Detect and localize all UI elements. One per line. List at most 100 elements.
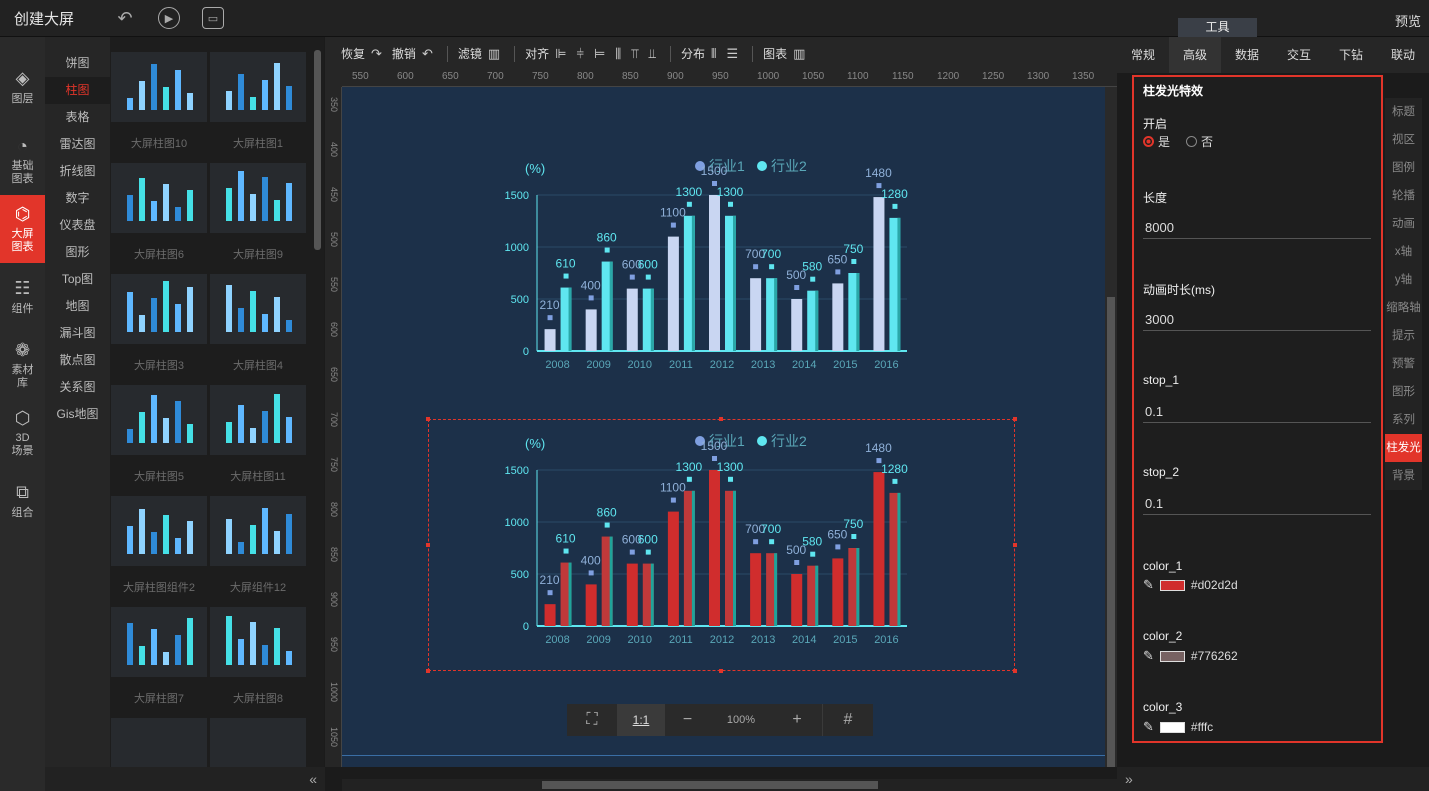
bar[interactable] — [832, 283, 844, 351]
selection-box[interactable] — [426, 417, 1017, 673]
side-tab[interactable]: 图例 — [1385, 154, 1422, 182]
chart-thumbnail[interactable] — [210, 607, 306, 677]
legend-label[interactable]: 行业2 — [771, 158, 807, 174]
side-tab[interactable]: 背景 — [1385, 462, 1422, 490]
zoom-in-button[interactable]: + — [772, 704, 822, 736]
category-item[interactable]: 图形 — [45, 239, 110, 266]
redo-button[interactable]: 恢复 — [341, 45, 365, 62]
radio-yes[interactable] — [1143, 136, 1154, 147]
thumbnail-scrollbar[interactable] — [314, 50, 321, 250]
eyedropper-icon[interactable]: ✎ — [1143, 719, 1154, 735]
color2-value[interactable]: #776262 — [1191, 649, 1238, 663]
category-item[interactable]: 表格 — [45, 104, 110, 131]
category-item[interactable]: 仪表盘 — [45, 212, 110, 239]
resize-handle[interactable] — [1013, 669, 1017, 673]
nav-item-0[interactable]: ◈ 图层 — [0, 47, 45, 127]
side-tab[interactable]: 图形 — [1385, 378, 1422, 406]
bar[interactable] — [709, 195, 720, 351]
resize-handle[interactable] — [426, 417, 430, 421]
undo-button[interactable]: 撤销 — [392, 45, 416, 62]
zoom-out-button[interactable]: − — [665, 704, 710, 736]
back-icon[interactable]: ↶ — [114, 7, 136, 29]
expand-right-icon[interactable]: » — [1117, 767, 1429, 791]
side-tab[interactable]: 柱发光 — [1385, 434, 1422, 462]
radio-no[interactable] — [1186, 136, 1198, 147]
chart-thumbnail[interactable] — [111, 52, 207, 122]
chart-thumbnail[interactable] — [210, 274, 306, 344]
chart-thumbnail[interactable] — [111, 163, 207, 233]
distribute-v-icon[interactable]: ☰ — [726, 46, 738, 62]
resize-handle[interactable] — [719, 669, 723, 673]
stop2-input[interactable]: 0.1 — [1143, 493, 1371, 515]
nav-item-1[interactable]: ◔ 基础 图表 — [0, 127, 45, 195]
length-input[interactable]: 8000 — [1143, 217, 1371, 239]
align-center-icon[interactable]: ⫩ — [577, 46, 584, 62]
nav-item-6[interactable]: ⧉ 组合 — [0, 467, 45, 535]
chart-thumbnail[interactable] — [210, 163, 306, 233]
align-right-icon[interactable]: ⊨ — [594, 46, 605, 62]
bar[interactable] — [626, 288, 638, 351]
align-vcenter-icon[interactable]: ⫼ — [615, 46, 621, 62]
undo-icon[interactable]: ↶ — [422, 46, 433, 62]
side-tab[interactable]: x轴 — [1385, 238, 1422, 266]
tab-1[interactable]: 高级 — [1169, 37, 1221, 73]
filter-button[interactable]: 滤镜 — [458, 45, 482, 62]
chart-thumbnail[interactable] — [210, 52, 306, 122]
color3-value[interactable]: #fffc — [1191, 720, 1213, 734]
chart-thumbnail[interactable] — [111, 385, 207, 455]
canvas-vscroll[interactable] — [1105, 87, 1117, 767]
side-tab[interactable]: 视区 — [1385, 126, 1422, 154]
bar-chart-1[interactable]: (%) 行业1 行业20500100015002008210610200940086… — [495, 155, 925, 385]
category-item[interactable]: 雷达图 — [45, 131, 110, 158]
category-item[interactable]: Gis地图 — [45, 401, 110, 428]
side-tab[interactable]: 动画 — [1385, 210, 1422, 238]
eyedropper-icon[interactable]: ✎ — [1143, 648, 1154, 664]
bar[interactable] — [750, 278, 762, 351]
category-item[interactable]: 散点图 — [45, 347, 110, 374]
distribute-h-icon[interactable]: ⫴ — [711, 46, 716, 62]
chart-thumbnail[interactable] — [210, 496, 306, 566]
filter-icon[interactable]: ▥ — [488, 46, 500, 62]
eyedropper-icon[interactable]: ✎ — [1143, 577, 1154, 593]
tab-0[interactable]: 常规 — [1117, 37, 1169, 73]
category-item[interactable]: 柱图 — [45, 77, 110, 104]
bar[interactable] — [544, 329, 556, 351]
align-bottom-icon[interactable]: ⫫ — [649, 46, 656, 62]
zoom-actual-button[interactable]: 1:1 — [617, 704, 665, 736]
chart-icon[interactable]: ▥ — [793, 46, 805, 62]
color1-value[interactable]: #d02d2d — [1191, 578, 1238, 592]
distribute-button[interactable]: 分布 — [681, 45, 705, 62]
tab-3[interactable]: 交互 — [1273, 37, 1325, 73]
side-tab[interactable]: 预警 — [1385, 350, 1422, 378]
category-item[interactable]: Top图 — [45, 266, 110, 293]
nav-item-5[interactable]: ⬡ 3D 场景 — [0, 399, 45, 467]
chart-thumbnail[interactable] — [210, 718, 306, 767]
side-tab[interactable]: 提示 — [1385, 322, 1422, 350]
category-item[interactable]: 漏斗图 — [45, 320, 110, 347]
grid-icon[interactable]: # — [822, 704, 873, 736]
category-item[interactable]: 数字 — [45, 185, 110, 212]
bar[interactable] — [585, 309, 597, 351]
category-item[interactable]: 地图 — [45, 293, 110, 320]
chart-thumbnail[interactable] — [111, 607, 207, 677]
color3-swatch[interactable] — [1159, 721, 1185, 733]
resize-handle[interactable] — [1013, 417, 1017, 421]
chart-thumbnail[interactable] — [111, 274, 207, 344]
bar[interactable] — [873, 197, 885, 351]
chart-thumbnail[interactable] — [210, 385, 306, 455]
bar[interactable] — [667, 236, 679, 351]
nav-item-2[interactable]: ⌬ 大屏 图表 — [0, 195, 45, 263]
duration-input[interactable]: 3000 — [1143, 309, 1371, 331]
tab-2[interactable]: 数据 — [1221, 37, 1273, 73]
preview-button[interactable]: 预览 — [1395, 11, 1421, 30]
category-item[interactable]: 关系图 — [45, 374, 110, 401]
bar[interactable] — [791, 299, 803, 351]
side-tab[interactable]: 系列 — [1385, 406, 1422, 434]
play-icon[interactable]: ▶ — [158, 7, 180, 29]
collapse-left-icon[interactable]: « — [45, 767, 325, 791]
align-left-icon[interactable]: ⊫ — [555, 46, 566, 62]
side-tab[interactable]: 轮播 — [1385, 182, 1422, 210]
fit-screen-icon[interactable]: ⛶ — [567, 704, 617, 736]
canvas-hscroll[interactable] — [342, 779, 1117, 791]
side-tab[interactable]: 标题 — [1385, 98, 1422, 126]
